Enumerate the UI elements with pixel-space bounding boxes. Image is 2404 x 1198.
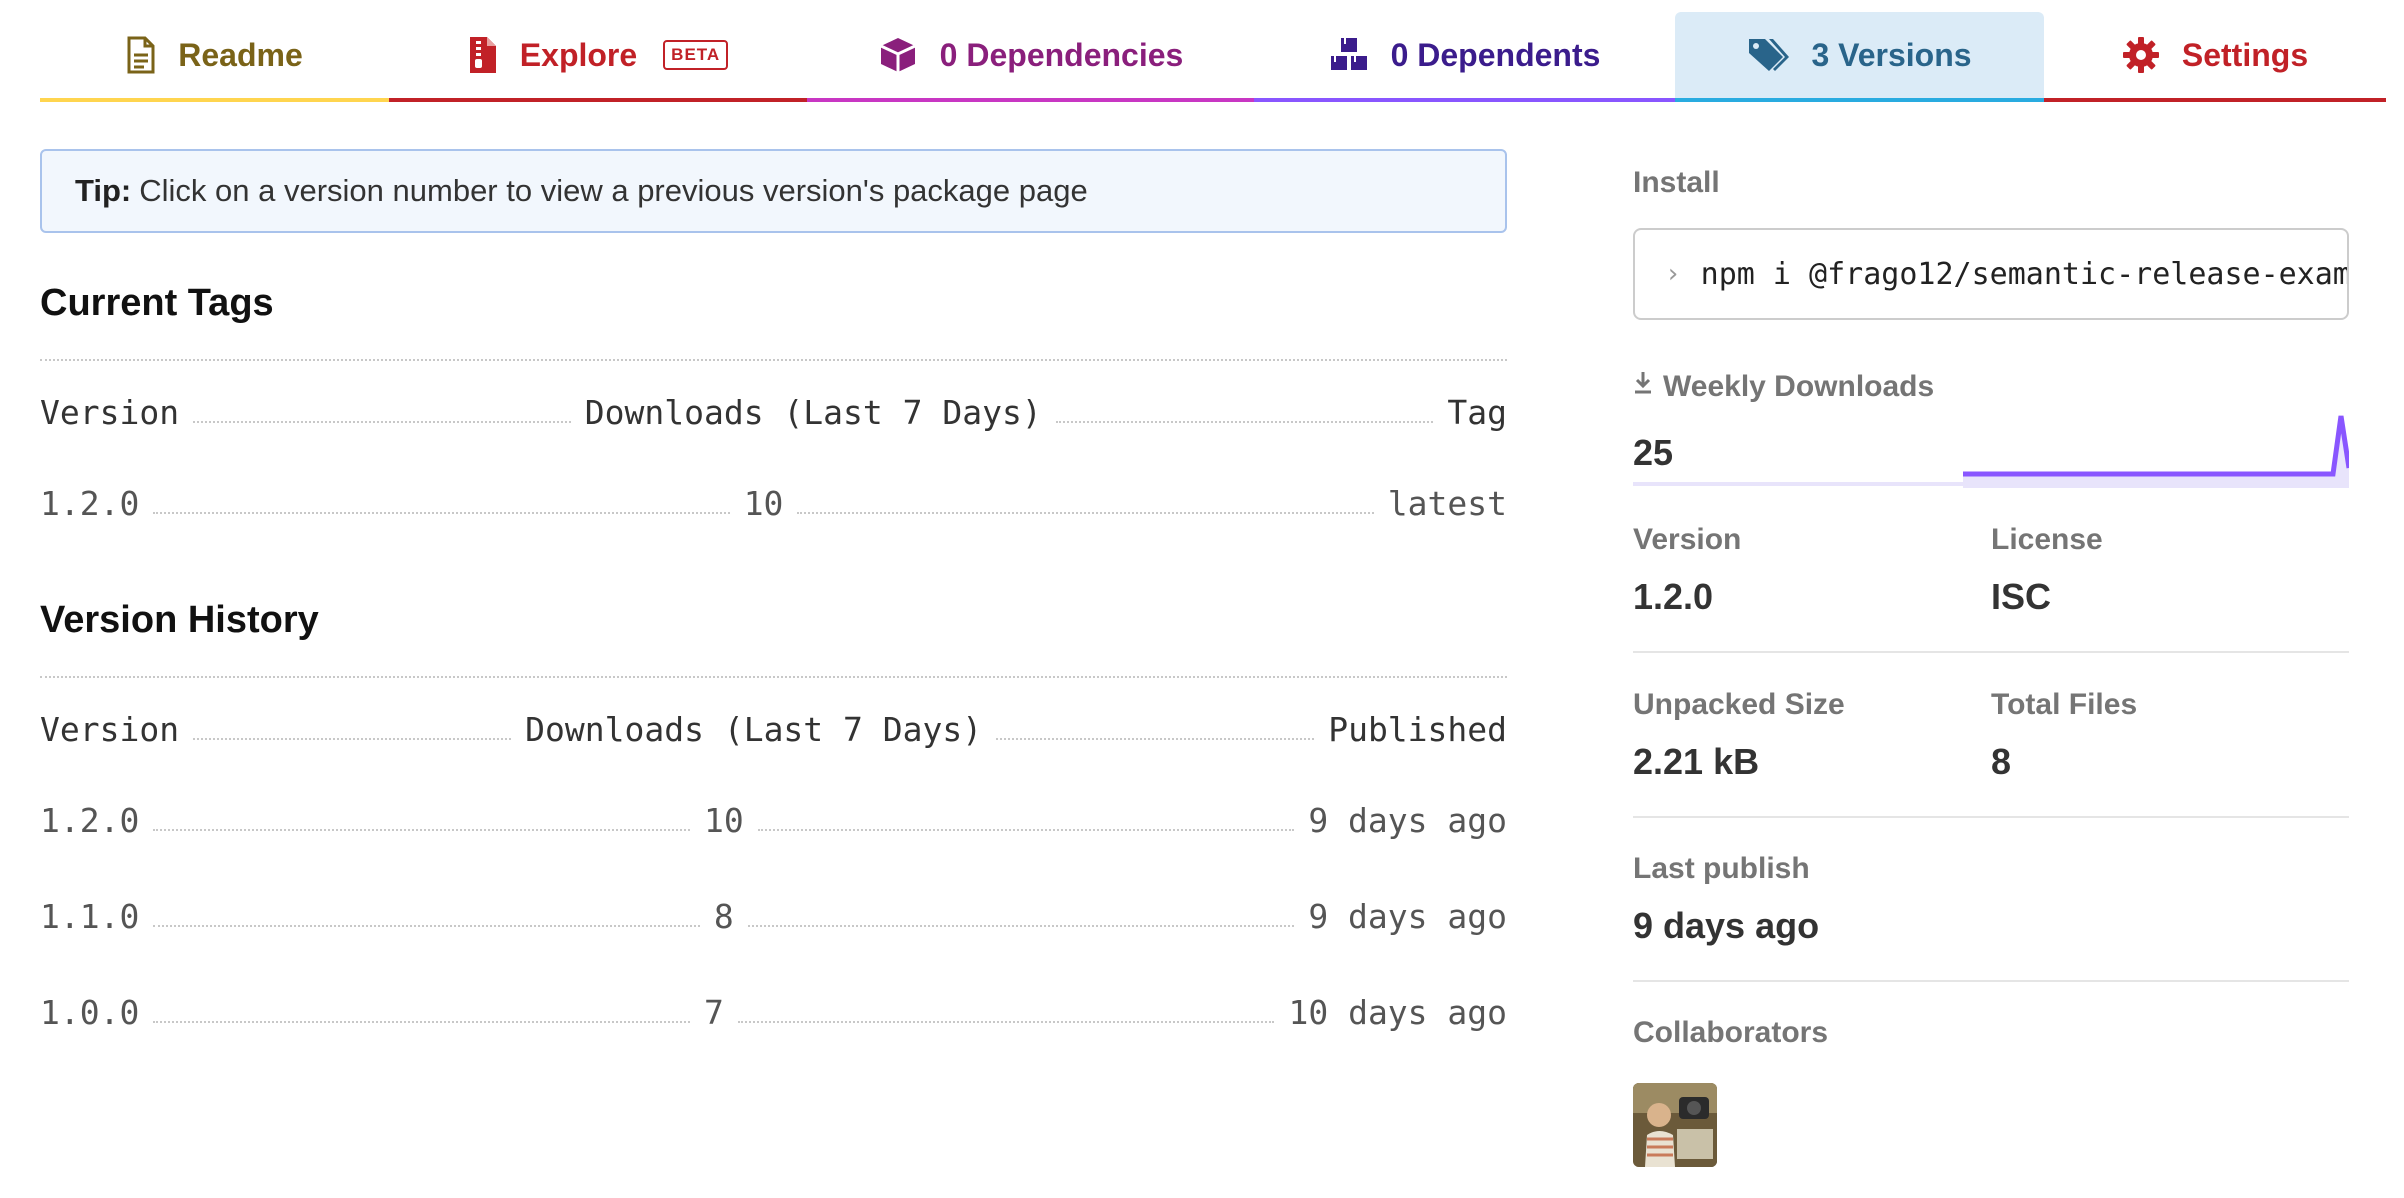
table-row: 1.2.0 10 latest bbox=[40, 473, 1507, 523]
tab-dependents[interactable]: 0 Dependents bbox=[1254, 12, 1675, 102]
tab-label: 0 Dependents bbox=[1390, 36, 1601, 73]
install-command-box[interactable]: › npm i @frago12/semantic-release-exampl… bbox=[1633, 228, 2349, 320]
tab-label: 0 Dependencies bbox=[939, 36, 1184, 73]
unpacked-size-value: 2.21 kB bbox=[1633, 741, 1760, 782]
collaborators-label: Collaborators bbox=[1633, 1016, 1829, 1049]
divider bbox=[40, 359, 1507, 361]
column-header-version: Version bbox=[40, 710, 180, 749]
divider bbox=[1633, 816, 2349, 818]
last-publish-label: Last publish bbox=[1633, 852, 1810, 885]
column-header-published: Published bbox=[1328, 710, 1508, 749]
weekly-downloads-label: Weekly Downloads bbox=[1663, 370, 1935, 403]
downloads-count: 8 bbox=[713, 897, 734, 936]
package-tabs: Readme Explore BETA 0 Dependencies 0 Dep… bbox=[40, 12, 2386, 102]
current-tags-title: Current Tags bbox=[40, 282, 274, 324]
collaborator-avatar[interactable] bbox=[1633, 1083, 1717, 1167]
weekly-downloads-value: 25 bbox=[1633, 432, 1674, 473]
published-date: 10 days ago bbox=[1288, 993, 1508, 1032]
current-tags-header: Version Downloads (Last 7 Days) Tag bbox=[40, 382, 1507, 432]
version-history-title: Version History bbox=[40, 599, 319, 641]
license-label: License bbox=[1991, 523, 2103, 556]
license-value: ISC bbox=[1991, 576, 2052, 617]
tab-label: Readme bbox=[178, 36, 303, 73]
tab-label: 3 Versions bbox=[1811, 36, 1972, 73]
version-link[interactable]: 1.2.0 bbox=[40, 484, 139, 523]
box-icon bbox=[878, 36, 918, 74]
prompt-caret-icon: › bbox=[1665, 259, 1681, 289]
install-label: Install bbox=[1633, 166, 1720, 199]
last-publish-value: 9 days ago bbox=[1633, 905, 1820, 946]
table-row: 1.2.0 10 9 days ago bbox=[40, 790, 1507, 840]
download-icon bbox=[1633, 370, 1653, 404]
downloads-count: 10 bbox=[703, 801, 744, 840]
version-link[interactable]: 1.1.0 bbox=[40, 897, 139, 936]
tab-versions[interactable]: 3 Versions bbox=[1675, 12, 2044, 102]
version-value: 1.2.0 bbox=[1633, 576, 1714, 617]
tip-box: Tip: Click on a version number to view a… bbox=[40, 149, 1507, 233]
tab-label: Explore bbox=[519, 36, 638, 73]
column-header-downloads: Downloads (Last 7 Days) bbox=[584, 393, 1042, 432]
downloads-count: 10 bbox=[743, 484, 784, 523]
tip-prefix: Tip: bbox=[75, 173, 132, 208]
divider bbox=[1633, 980, 2349, 982]
version-history-header: Version Downloads (Last 7 Days) Publishe… bbox=[40, 699, 1507, 749]
column-header-version: Version bbox=[40, 393, 180, 432]
beta-badge: BETA bbox=[663, 40, 729, 70]
version-link[interactable]: 1.2.0 bbox=[40, 801, 139, 840]
version-label: Version bbox=[1633, 523, 1742, 556]
tab-dependencies[interactable]: 0 Dependencies bbox=[807, 12, 1254, 102]
gear-icon bbox=[2122, 36, 2160, 74]
unpacked-size-label: Unpacked Size bbox=[1633, 688, 1845, 721]
tip-text: Click on a version number to view a prev… bbox=[139, 173, 1088, 208]
tag-name: latest bbox=[1387, 484, 1507, 523]
column-header-downloads: Downloads (Last 7 Days) bbox=[525, 710, 983, 749]
tags-icon bbox=[1747, 37, 1790, 73]
tab-label: Settings bbox=[2181, 36, 2309, 73]
published-date: 9 days ago bbox=[1308, 897, 1507, 936]
divider bbox=[1633, 651, 2349, 653]
column-header-tag: Tag bbox=[1447, 393, 1507, 432]
table-row: 1.0.0 7 10 days ago bbox=[40, 982, 1507, 1032]
divider bbox=[40, 676, 1507, 678]
weekly-downloads-header: Weekly Downloads bbox=[1633, 370, 1934, 404]
tab-explore[interactable]: Explore BETA bbox=[389, 12, 807, 102]
total-files-label: Total Files bbox=[1991, 688, 2138, 721]
weekly-downloads-sparkline bbox=[1963, 415, 2349, 488]
published-date: 9 days ago bbox=[1308, 801, 1507, 840]
tab-settings[interactable]: Settings bbox=[2044, 12, 2386, 102]
boxes-icon bbox=[1329, 36, 1369, 74]
tab-readme[interactable]: Readme bbox=[40, 12, 389, 102]
downloads-count: 7 bbox=[703, 993, 724, 1032]
zip-file-icon bbox=[468, 36, 498, 74]
version-link[interactable]: 1.0.0 bbox=[40, 993, 139, 1032]
table-row: 1.1.0 8 9 days ago bbox=[40, 886, 1507, 936]
document-icon bbox=[126, 36, 156, 74]
install-command[interactable]: npm i @frago12/semantic-release-example bbox=[1701, 257, 2347, 292]
total-files-value: 8 bbox=[1991, 741, 2012, 782]
